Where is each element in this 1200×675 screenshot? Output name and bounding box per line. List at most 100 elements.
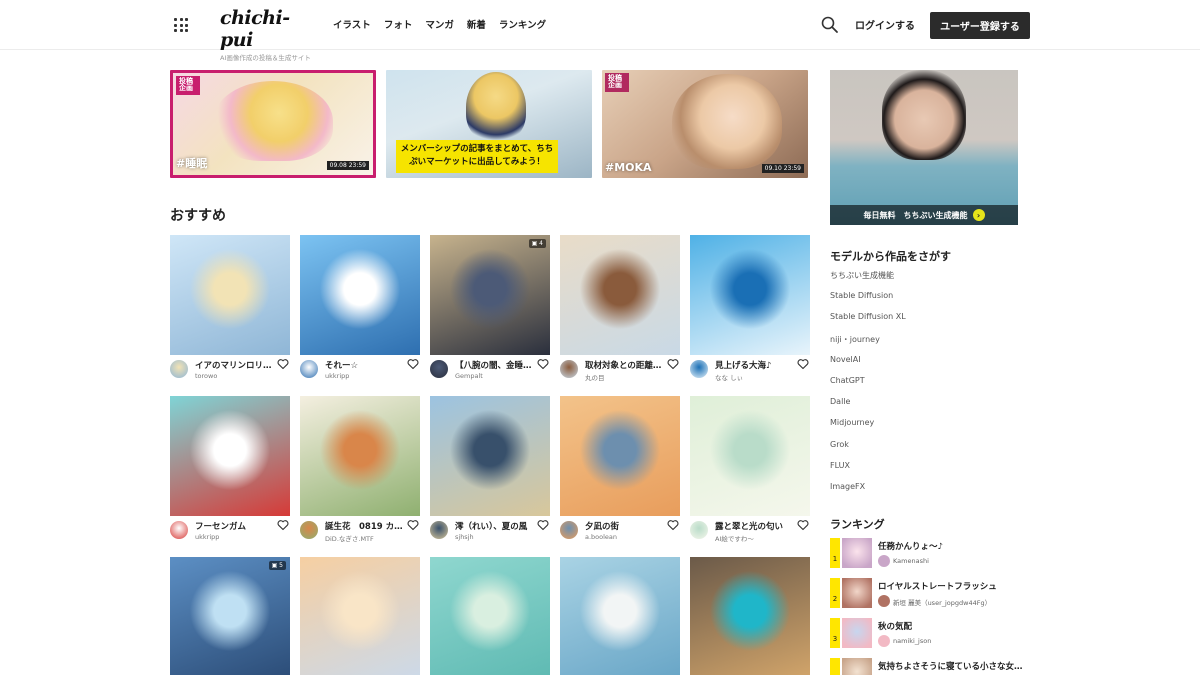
model-link[interactable]: ImageFX [830, 482, 1010, 503]
model-link[interactable]: Grok [830, 440, 1010, 461]
artwork-thumbnail[interactable] [560, 396, 680, 516]
artwork-user[interactable]: AI絵ですわ〜 [715, 533, 800, 543]
artwork-thumbnail[interactable] [690, 396, 810, 516]
ranking-item[interactable]: 1 任務かんりょ〜♪ Kamenashi [830, 538, 1030, 570]
avatar[interactable] [430, 521, 448, 539]
artwork-title[interactable]: イアのマリンロリ… [195, 359, 273, 371]
artwork-title[interactable]: 【八腕の闇、金睡… [455, 359, 533, 371]
artwork-card[interactable] [560, 557, 680, 675]
avatar[interactable] [878, 595, 890, 607]
artwork-user[interactable]: ukkripp [195, 533, 280, 541]
artwork-title[interactable]: 誕生花 0819 カ… [325, 520, 403, 532]
model-link[interactable]: ちちぷい生成機能 [830, 270, 1010, 291]
heart-icon[interactable] [537, 358, 549, 370]
artwork-thumbnail[interactable] [690, 557, 810, 675]
rank-thumbnail[interactable] [842, 618, 872, 648]
model-link[interactable]: NovelAI [830, 355, 1010, 376]
artwork-card[interactable]: フーセンガム ukkripp [170, 396, 290, 547]
rank-title[interactable]: ロイヤルストレートフラッシュ [878, 580, 1030, 592]
artwork-card[interactable]: ▣ 4 【八腕の闇、金睡… Gempalt [430, 235, 550, 386]
artwork-user[interactable]: なな しぃ [715, 372, 800, 382]
artwork-user[interactable]: ukkripp [325, 372, 410, 380]
artwork-user[interactable]: sjhsjh [455, 533, 540, 541]
rank-user[interactable]: 新垣 麗美（user_jopgdw44Fg） [893, 597, 1023, 607]
avatar[interactable] [690, 521, 708, 539]
model-link[interactable]: Stable Diffusion XL [830, 312, 1010, 333]
model-link[interactable]: Stable Diffusion [830, 291, 1010, 312]
avatar[interactable] [170, 360, 188, 378]
artwork-title[interactable]: 見上げる大海♪ [715, 359, 793, 371]
avatar[interactable] [170, 521, 188, 539]
avatar[interactable] [560, 521, 578, 539]
artwork-card[interactable]: 取材対象との距離… 丸の目 [560, 235, 680, 386]
heart-icon[interactable] [797, 519, 809, 531]
artwork-card[interactable]: 夕凪の街 a.boolean [560, 396, 680, 547]
heart-icon[interactable] [277, 358, 289, 370]
artwork-card[interactable]: 露と翠と光の匂い AI絵ですわ〜 [690, 396, 810, 547]
model-link[interactable]: niji・journey [830, 334, 1010, 355]
login-link[interactable]: ログインする [855, 17, 915, 32]
artwork-card[interactable]: 誕生花 0819 カ… DiD.なぎさ.MTF [300, 396, 420, 547]
artwork-title[interactable]: それー☆ [325, 359, 403, 371]
site-logo[interactable]: chichi-pui AI画像作成の投稿＆生成サイト [220, 7, 320, 62]
rank-title[interactable]: 任務かんりょ〜♪ [878, 540, 1030, 552]
heart-icon[interactable] [667, 519, 679, 531]
artwork-card[interactable]: 見上げる大海♪ なな しぃ [690, 235, 810, 386]
artwork-thumbnail[interactable] [560, 235, 680, 355]
avatar[interactable] [560, 360, 578, 378]
model-link[interactable]: FLUX [830, 461, 1010, 482]
artwork-thumbnail[interactable] [300, 235, 420, 355]
artwork-thumbnail[interactable] [430, 557, 550, 675]
artwork-card[interactable]: それー☆ ukkripp [300, 235, 420, 386]
ranking-item[interactable]: 4 気持ちよさそうに寝ている小さな女… [830, 658, 1030, 675]
artwork-thumbnail[interactable] [300, 557, 420, 675]
avatar[interactable] [878, 635, 890, 647]
artwork-thumbnail[interactable] [430, 396, 550, 516]
artwork-thumbnail[interactable]: ▣ 4 [430, 235, 550, 355]
register-button[interactable]: ユーザー登録する [930, 12, 1030, 39]
artwork-title[interactable]: 夕凪の街 [585, 520, 663, 532]
heart-icon[interactable] [407, 519, 419, 531]
rank-thumbnail[interactable] [842, 538, 872, 568]
heart-icon[interactable] [277, 519, 289, 531]
artwork-thumbnail[interactable] [690, 235, 810, 355]
rank-thumbnail[interactable] [842, 658, 872, 675]
artwork-title[interactable]: 取材対象との距離… [585, 359, 663, 371]
search-icon[interactable] [820, 15, 840, 35]
heart-icon[interactable] [537, 519, 549, 531]
banner-moka-contest[interactable]: 投稿企画 #MOKA 09.10 23:59 [602, 70, 808, 178]
artwork-card[interactable] [690, 557, 810, 675]
model-link[interactable]: Midjourney [830, 418, 1010, 439]
artwork-thumbnail[interactable] [300, 396, 420, 516]
nav-new[interactable]: 新着 [467, 17, 486, 31]
banner-sleep-contest[interactable]: 投稿企画 #睡眠 09.08 23:59 [170, 70, 376, 178]
artwork-card[interactable] [430, 557, 550, 675]
rank-title[interactable]: 秋の気配 [878, 620, 1030, 632]
artwork-card[interactable]: ▣ 5 [170, 557, 290, 675]
nav-photo[interactable]: フォト [384, 17, 413, 31]
model-link[interactable]: Dalle [830, 397, 1010, 418]
heart-icon[interactable] [797, 358, 809, 370]
rank-thumbnail[interactable] [842, 578, 872, 608]
ranking-item[interactable]: 2 ロイヤルストレートフラッシュ 新垣 麗美（user_jopgdw44Fg） [830, 578, 1030, 610]
artwork-user[interactable]: DiD.なぎさ.MTF [325, 533, 410, 543]
avatar[interactable] [690, 360, 708, 378]
nav-illust[interactable]: イラスト [333, 17, 371, 31]
model-link[interactable]: ChatGPT [830, 376, 1010, 397]
artwork-user[interactable]: torowo [195, 372, 280, 380]
artwork-thumbnail[interactable] [560, 557, 680, 675]
artwork-title[interactable]: フーセンガム [195, 520, 273, 532]
rank-user[interactable]: Kamenashi [893, 557, 1023, 565]
avatar[interactable] [430, 360, 448, 378]
sidebar-ad-generator[interactable]: 毎日無料 ちちぷい生成機能 › [830, 70, 1018, 225]
banner-membership-market[interactable]: メンバーシップの記事をまとめて、ちちぷいマーケットに出品してみよう！ [386, 70, 592, 178]
avatar[interactable] [300, 360, 318, 378]
artwork-thumbnail[interactable]: ▣ 5 [170, 557, 290, 675]
artwork-title[interactable]: 露と翠と光の匂い [715, 520, 793, 532]
artwork-user[interactable]: 丸の目 [585, 372, 670, 382]
artwork-title[interactable]: 澪（れい）、夏の風 [455, 520, 533, 532]
avatar[interactable] [300, 521, 318, 539]
nav-ranking[interactable]: ランキング [499, 17, 546, 31]
artwork-user[interactable]: Gempalt [455, 372, 540, 380]
artwork-thumbnail[interactable] [170, 235, 290, 355]
